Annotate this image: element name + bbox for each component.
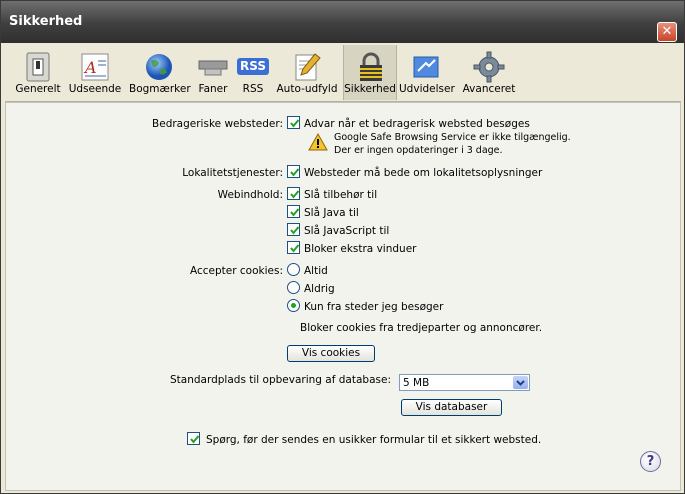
fraud-label: Bedrageriske websteder: [152,118,283,130]
popup-block-checkbox[interactable] [287,241,300,254]
tab-auto-udfyld-label: Auto-udfyld [276,83,338,95]
rss-icon-text: RSS [240,59,266,73]
cookies-never-radio[interactable] [287,281,300,294]
plugins-checkbox[interactable] [287,187,300,200]
fraud-warning-checkbox[interactable] [287,116,300,129]
gear-icon [473,51,505,83]
tab-rss-label: RSS [242,83,264,95]
cookies-always-radio[interactable] [287,263,300,276]
cookies-never-label: Aldrig [304,283,335,295]
tab-udvidelser[interactable]: Udvidelser [399,45,455,100]
cookies-visited-label: Kun fra steder jeg besøger [304,301,444,313]
location-checkbox[interactable] [287,165,300,178]
tab-udvidelser-label: Udvidelser [399,83,455,95]
tabs-icon [198,60,228,76]
database-size-value: 5 MB [403,377,430,389]
tab-faner[interactable]: Faner [193,45,233,100]
title-bar[interactable]: Sikkerhed ✕ [1,1,684,43]
popup-block-checkbox-label: Bloker ekstra vinduer [304,243,417,255]
chevron-down-icon[interactable] [513,376,528,389]
tab-sikkerhed-label: Sikkerhed [344,83,396,95]
tab-sikkerhed[interactable]: Sikkerhed [343,45,397,100]
javascript-checkbox[interactable] [287,223,300,236]
location-label: Lokalitetstjenester: [182,167,283,179]
show-databases-button[interactable]: Vis databaser [401,399,502,416]
tab-bogmaerker[interactable]: Bogmærker [129,45,191,100]
java-checkbox-label: Slå Java til [304,207,359,219]
font-icon: A [81,53,109,81]
help-button[interactable]: ? [640,451,661,472]
insecure-form-checkbox-label: Spørg, før der sendes en usikker formula… [206,434,542,446]
cookies-visited-radio[interactable] [287,299,300,312]
pencil-icon [295,53,321,81]
tab-udseende-label: Udseende [68,83,122,95]
database-label: Standardplads til opbevaring af database… [170,374,391,386]
tab-generelt-label: Generelt [15,83,61,95]
fraud-warning-checkbox-label: Advar når et bedragerisk websted besøges [304,118,530,130]
database-size-select[interactable]: 5 MB [399,374,530,391]
security-pane: Bedrageriske websteder: Advar når et bed… [5,102,681,491]
tab-faner-label: Faner [198,83,228,95]
tab-avanceret[interactable]: Avanceret [457,45,521,100]
cookies-note: Bloker cookies fra tredjeparter og annon… [300,322,543,334]
tab-rss[interactable]: RSS RSS [235,45,271,100]
tab-avanceret-label: Avanceret [462,83,516,95]
lock-icon [360,52,382,81]
cookies-label: Accepter cookies: [190,265,283,277]
show-cookies-button[interactable]: Vis cookies [287,345,375,362]
tab-bogmaerker-label: Bogmærker [129,83,191,95]
tab-generelt[interactable]: Generelt [15,45,61,100]
tab-udseende[interactable]: A Udseende [67,45,123,100]
globe-icon [146,54,172,80]
location-checkbox-label: Websteder må bede om lokalitetsoplysning… [304,167,543,179]
java-checkbox[interactable] [287,205,300,218]
tab-auto-udfyld[interactable]: Auto-udfyld [275,45,339,100]
switch-icon [26,52,50,82]
svg-text:A: A [83,58,97,77]
preferences-window: Sikkerhed ✕ Generelt A Udseende Bogmærke… [0,0,685,494]
insecure-form-checkbox[interactable] [187,432,200,445]
puzzle-icon [413,56,439,78]
webcontent-label: Webindhold: [217,189,283,201]
window-title: Sikkerhed [9,14,83,29]
close-button[interactable]: ✕ [657,22,677,42]
preferences-toolbar: Generelt A Udseende Bogmærker Faner RSS … [5,45,681,102]
cookies-always-label: Altid [304,265,328,277]
warning-icon [308,133,328,151]
javascript-checkbox-label: Slå JavaScript til [304,225,390,237]
fraud-warning-line1: Google Safe Browsing Service er ikke til… [334,132,571,143]
fraud-warning-line2: Der er ingen opdateringer i 3 dage. [334,145,503,156]
plugins-checkbox-label: Slå tilbehør til [304,189,378,201]
